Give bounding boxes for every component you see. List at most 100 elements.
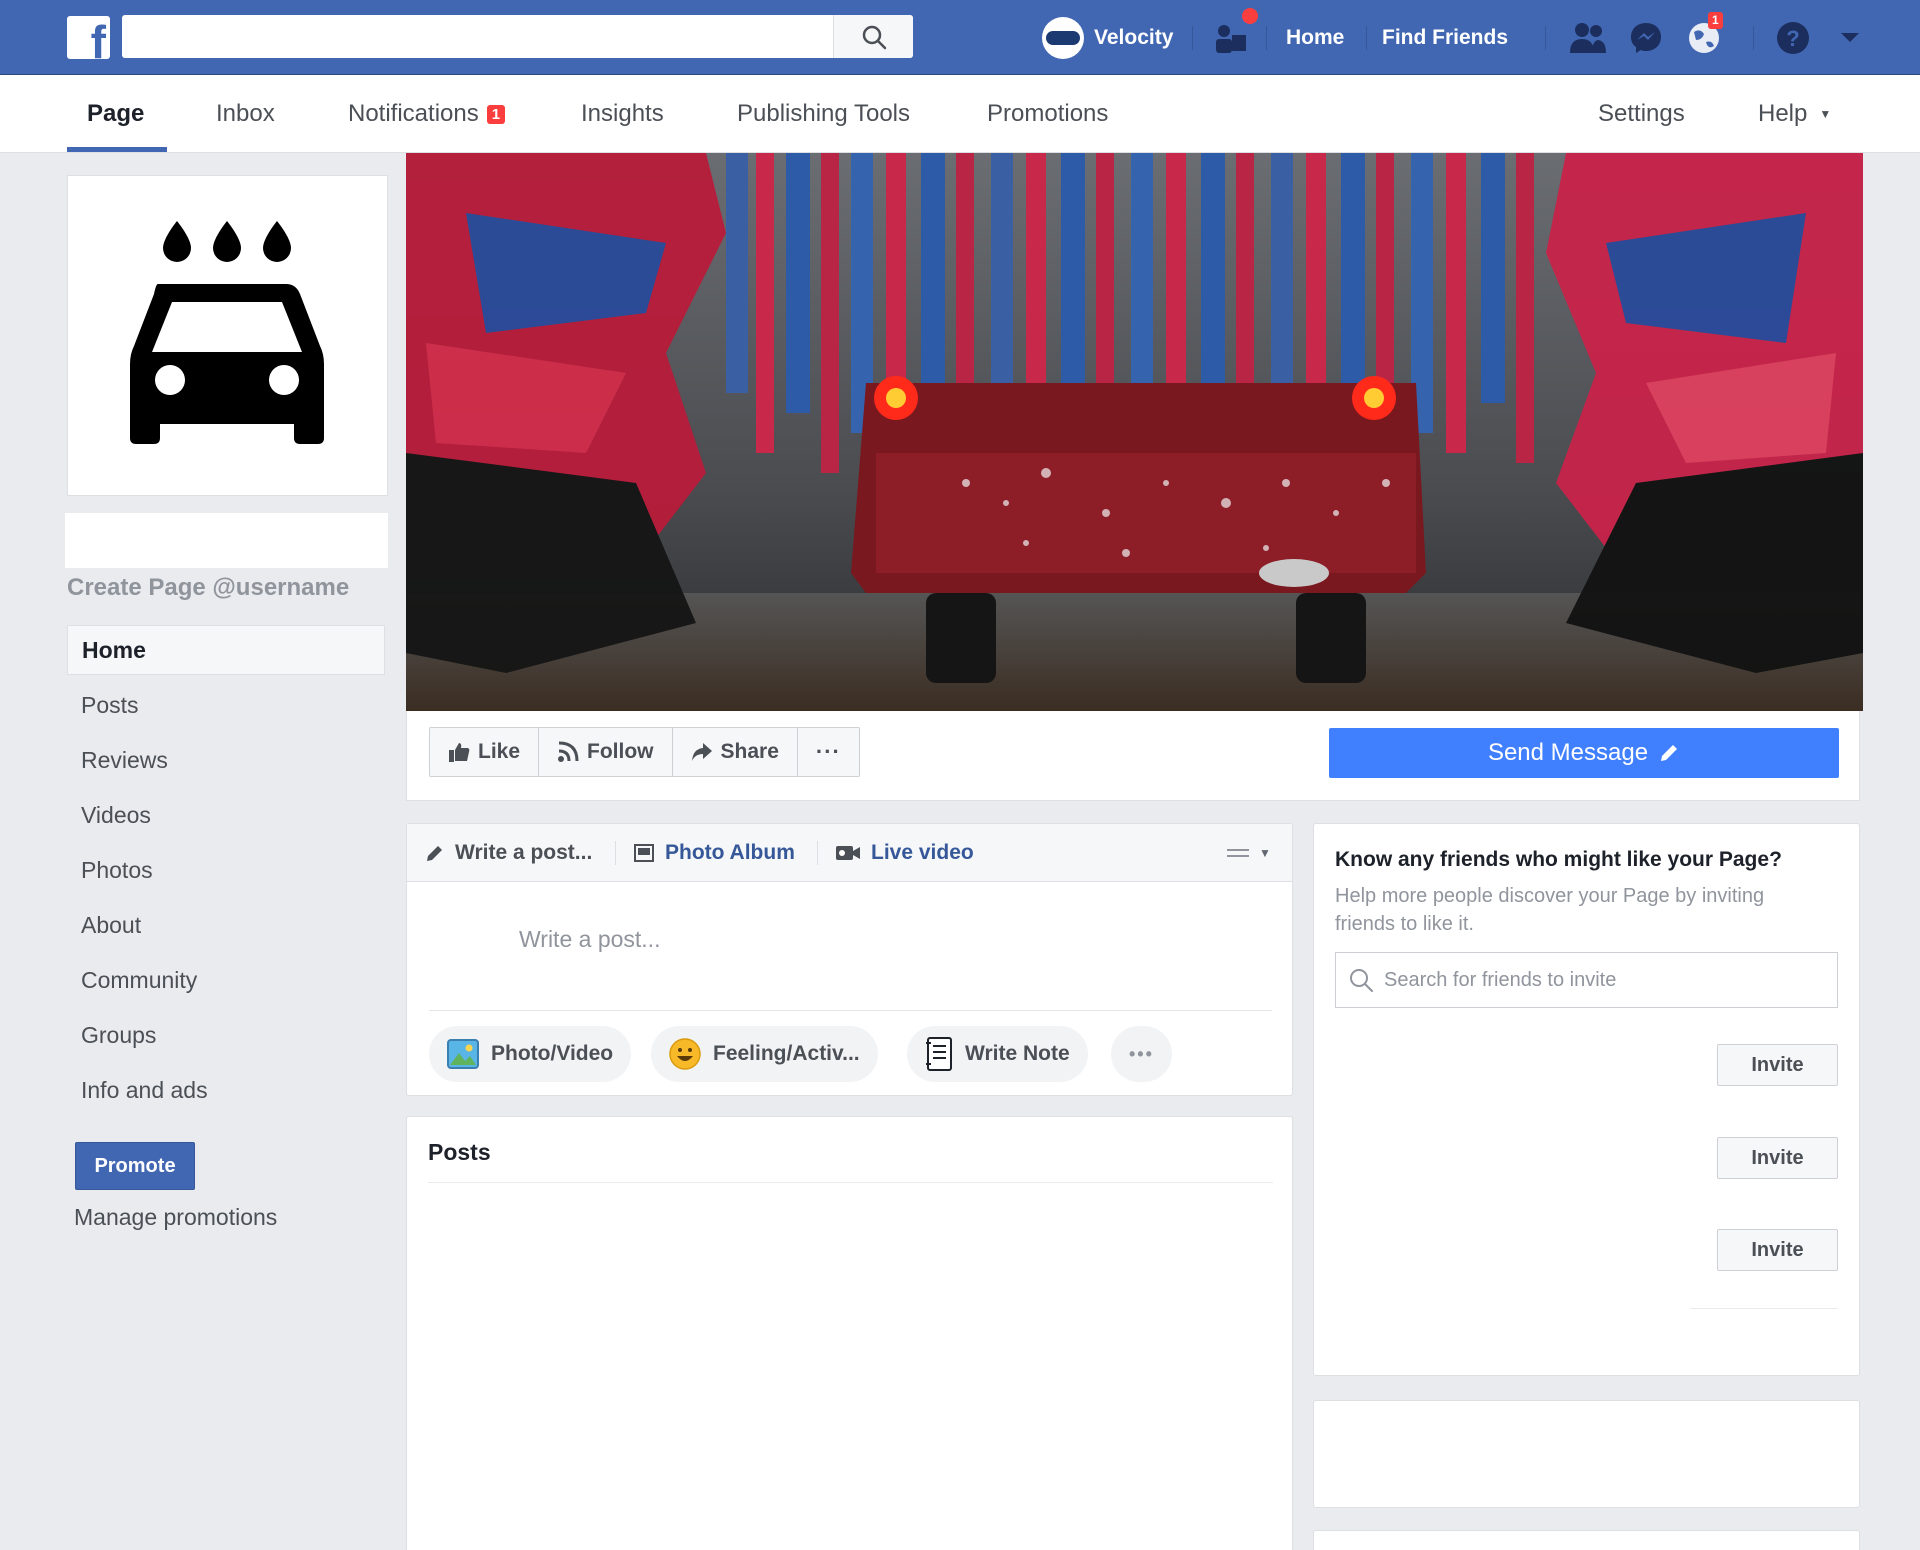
sidebar-item-info-and-ads[interactable]: Info and ads (67, 1065, 385, 1115)
tab-promotions[interactable]: Promotions (987, 75, 1108, 153)
sidebar-item-community[interactable]: Community (67, 955, 385, 1005)
caret-down-icon (1841, 32, 1859, 42)
find-friends-link[interactable]: Find Friends (1382, 0, 1508, 75)
pencil-icon (1661, 745, 1678, 761)
live-video-label: Live video (871, 841, 974, 864)
tab-publishing-tools[interactable]: Publishing Tools (737, 75, 910, 153)
cover-photo[interactable] (406, 153, 1863, 711)
photo-icon (447, 1039, 479, 1069)
tab-help-label: Help (1758, 100, 1808, 127)
sidebar-item-videos[interactable]: Videos (67, 790, 385, 840)
invite-search-input[interactable] (1384, 968, 1824, 992)
invite-heading: Know any friends who might like your Pag… (1335, 848, 1782, 871)
write-post-tab[interactable]: Write a post... (425, 824, 592, 882)
home-link[interactable]: Home (1286, 0, 1344, 75)
facebook-logo[interactable]: f (67, 16, 110, 65)
caret-down-icon: ▼ (1259, 846, 1271, 860)
composer-options-button[interactable]: ▼ (1227, 824, 1271, 882)
invite-button[interactable]: Invite (1717, 1229, 1838, 1271)
help-icon: ? (1777, 21, 1809, 54)
composer-text-input[interactable]: Write a post... (519, 926, 660, 953)
posts-divider (428, 1182, 1273, 1183)
composer-divider (429, 1010, 1272, 1011)
search-icon (1350, 969, 1373, 992)
tab-page[interactable]: Page (87, 75, 144, 153)
invite-friends-card: Know any friends who might like your Pag… (1313, 823, 1860, 1376)
notification-dot (1242, 8, 1258, 24)
invite-button[interactable]: Invite (1717, 1137, 1838, 1179)
write-post-label: Write a post... (455, 841, 593, 864)
post-composer: Write a post... Photo Album Live video ▼… (406, 823, 1293, 1096)
search-bar[interactable] (122, 15, 913, 58)
write-note-label: Write Note (965, 1042, 1070, 1065)
photo-video-button[interactable]: Photo/Video (429, 1026, 632, 1082)
svg-text:?: ? (1786, 26, 1799, 51)
sidebar-item-photos[interactable]: Photos (67, 845, 385, 895)
friend-requests-button[interactable] (1568, 0, 1608, 75)
tab-notifications-label: Notifications (348, 100, 479, 127)
top-navigation-bar: f Velocity Home Find Friends 1 ? (0, 0, 1920, 75)
photo-video-label: Photo/Video (491, 1042, 614, 1065)
account-menu-button[interactable] (1840, 0, 1860, 75)
follow-label: Follow (587, 740, 654, 763)
sidebar-item-home[interactable]: Home (67, 625, 385, 675)
notifications-button[interactable]: 1 (1686, 0, 1723, 75)
messenger-icon (1631, 22, 1661, 53)
people-icon (1216, 24, 1246, 53)
write-note-button[interactable]: Write Note (907, 1026, 1088, 1082)
help-button[interactable]: ? (1775, 0, 1811, 75)
page-tab-bar: Page Inbox Notifications 1 Insights Publ… (0, 75, 1920, 153)
people-requests-button[interactable] (1212, 0, 1258, 75)
list-icon (1227, 849, 1249, 857)
share-label: Share (720, 740, 779, 763)
feeling-activity-button[interactable]: Feeling/Activ... (651, 1026, 878, 1082)
tab-notifications[interactable]: Notifications 1 (348, 75, 506, 153)
profile-avatar (1042, 16, 1084, 59)
live-video-tab[interactable]: Live video (835, 824, 974, 882)
sidebar-item-posts[interactable]: Posts (67, 680, 385, 730)
create-username-link[interactable]: Create Page @username (67, 574, 349, 602)
tab-settings[interactable]: Settings (1598, 75, 1685, 153)
pencil-icon (427, 846, 442, 861)
right-column-card (1313, 1530, 1860, 1550)
search-button[interactable] (833, 15, 913, 58)
page-name-box (65, 513, 388, 568)
rss-icon (558, 741, 579, 762)
manage-promotions-link[interactable]: Manage promotions (74, 1204, 277, 1231)
like-label: Like (478, 740, 521, 763)
search-icon (862, 25, 886, 49)
page-profile-picture[interactable] (67, 175, 388, 496)
sidebar-item-groups[interactable]: Groups (67, 1010, 385, 1060)
car-wash-icon (130, 221, 324, 444)
page-action-buttons: Like Follow Share ··· (429, 727, 860, 777)
right-column-card (1313, 1400, 1860, 1508)
tab-help[interactable]: Help ▼ (1758, 75, 1831, 153)
more-dots-icon: ··· (815, 739, 841, 764)
share-button[interactable]: Share (673, 728, 798, 776)
posts-section: Posts (406, 1116, 1293, 1550)
invite-divider (1690, 1308, 1838, 1309)
more-composer-options-button[interactable]: ••• (1111, 1026, 1172, 1082)
photo-album-label: Photo Album (665, 841, 795, 864)
send-message-button[interactable]: Send Message (1329, 728, 1839, 778)
sidebar-item-about[interactable]: About (67, 900, 385, 950)
active-tab-underline (67, 147, 167, 152)
like-button[interactable]: Like (430, 728, 540, 776)
tab-insights[interactable]: Insights (581, 75, 664, 153)
promote-button[interactable]: Promote (75, 1142, 195, 1190)
profile-link[interactable]: Velocity (1042, 0, 1173, 75)
more-actions-button[interactable]: ··· (798, 728, 859, 776)
note-icon (926, 1037, 952, 1071)
tab-inbox[interactable]: Inbox (216, 75, 275, 153)
sidebar-item-reviews[interactable]: Reviews (67, 735, 385, 785)
follow-button[interactable]: Follow (539, 728, 673, 776)
share-arrow-icon (691, 743, 712, 761)
composer-header: Write a post... Photo Album Live video ▼ (407, 824, 1292, 882)
video-camera-icon (836, 846, 860, 860)
invite-search-field[interactable] (1335, 952, 1838, 1008)
cover-image (406, 153, 1863, 711)
profile-name: Velocity (1094, 25, 1174, 49)
messenger-button[interactable] (1628, 0, 1664, 75)
invite-button[interactable]: Invite (1717, 1044, 1838, 1086)
photo-album-tab[interactable]: Photo Album (633, 824, 795, 882)
